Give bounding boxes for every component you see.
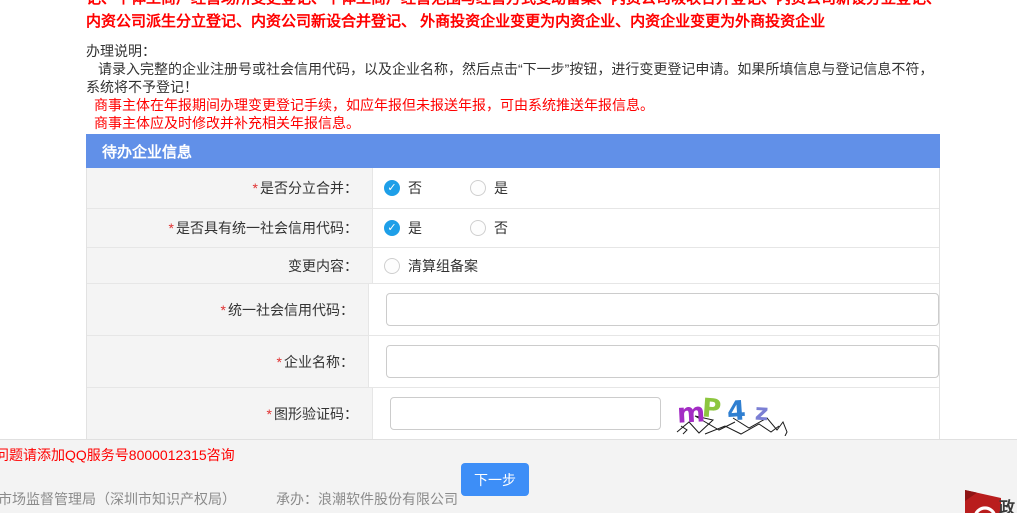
checkbox-liquidation-filing[interactable]: 清算组备案 — [384, 256, 478, 276]
radio-unchecked-icon[interactable] — [470, 180, 486, 196]
checkbox-label: 清算组备案 — [408, 257, 478, 274]
captcha-letter: 4 — [725, 394, 747, 428]
form-row-credit-code: * 统一社会信用代码： — [87, 284, 939, 336]
radio-label: 是 — [408, 220, 422, 236]
gov-badge-char: 政 — [999, 500, 1016, 513]
form-row-split-merge: *是否分立合并： 否 是 — [87, 168, 939, 209]
footer-undertaker-text: 承办：浪潮软件股份有限公司 — [276, 491, 458, 507]
page-footer: 问题请添加QQ服务号8000012315咨询 下一步 市场监督管理局（深圳市知识… — [0, 439, 1017, 513]
required-asterisk: * — [220, 301, 226, 318]
footer-credits: 市场监督管理局（深圳市知识产权局） 承办：浪潮软件股份有限公司 — [0, 489, 458, 509]
radio-checked-icon[interactable] — [384, 220, 400, 236]
checkbox-unchecked-icon[interactable] — [384, 257, 400, 274]
qq-service-notice: 问题请添加QQ服务号8000012315咨询 — [0, 447, 235, 463]
form-row-company-name: * 企业名称： — [87, 336, 939, 388]
form-row-captcha: * 图形验证码： m P 4 z — [87, 388, 939, 439]
captcha-input[interactable] — [390, 397, 661, 430]
company-name-input[interactable] — [386, 345, 939, 378]
pending-company-info-panel: 待办企业信息 *是否分立合并： 否 是 *是否具有统一社会信用代码： — [86, 134, 940, 440]
required-asterisk: * — [252, 180, 258, 196]
radio-checked-icon[interactable] — [384, 180, 400, 196]
radio-split-merge-yes[interactable]: 是 — [470, 178, 508, 198]
page: 记、个体工商户经营场所变更登记、个体工商户经营范围与经营方式变动备案、内资公司吸… — [0, 0, 1017, 513]
captcha-letter: P — [700, 392, 723, 425]
radio-label: 是 — [494, 180, 508, 196]
gov-website-badge[interactable]: 政 — [963, 488, 1017, 513]
instructions-body-line2: 系统将不予登记！ — [86, 79, 198, 95]
panel-title: 待办企业信息 — [86, 134, 940, 168]
form-row-credit-flag: *是否具有统一社会信用代码： 是 否 — [87, 209, 939, 248]
footer-org-text: 市场监督管理局（深圳市知识产权局） — [0, 491, 236, 507]
required-asterisk: * — [168, 220, 174, 236]
top-notice-block: 记、个体工商户经营场所变更登记、个体工商户经营范围与经营方式变动备案、内资公司吸… — [86, 0, 987, 132]
radio-unchecked-icon[interactable] — [470, 220, 486, 236]
form-row-change-content: 变更内容： 清算组备案 — [87, 248, 939, 284]
annual-report-warning-2: 商事主体应及时修改并补充相关年报信息。 — [94, 115, 360, 131]
field-label-credit-code: * 统一社会信用代码： — [87, 284, 369, 335]
field-label-company-name: * 企业名称： — [87, 336, 369, 387]
gov-badge-flag-icon — [965, 490, 1001, 513]
next-step-button[interactable]: 下一步 — [461, 463, 529, 496]
annual-report-warning-1: 商事主体在年报期间办理变更登记手续，如应年报但未报送年报，可由系统推送年报信息。 — [94, 97, 654, 113]
captcha-letter: z — [754, 399, 770, 426]
field-label-captcha: * 图形验证码： — [87, 388, 373, 439]
registration-types-line1: 记、个体工商户经营场所变更登记、个体工商户经营范围与经营方式变动备案、内资公司吸… — [86, 0, 987, 10]
field-label-change-content: 变更内容： — [87, 248, 373, 283]
instructions-title: 办理说明： — [86, 43, 156, 59]
required-asterisk: * — [266, 405, 272, 422]
required-asterisk: * — [276, 353, 282, 370]
registration-types-line2: 内资公司派生分立登记、内资公司新设合并登记、 外商投资企业变更为内资企业、内资企… — [86, 13, 826, 30]
field-label-credit-flag: * 是否具有统一社会信用代码： — [87, 209, 373, 247]
captcha-image[interactable]: m P 4 z — [675, 392, 795, 436]
radio-split-merge-no[interactable]: 否 — [384, 178, 422, 198]
radio-credit-flag-yes[interactable]: 是 — [384, 218, 422, 238]
instructions-body-line1: 请录入完整的企业注册号或社会信用代码，以及企业名称，然后点击“下一步”按钮，进行… — [98, 61, 934, 77]
radio-credit-flag-no[interactable]: 否 — [470, 218, 508, 238]
field-label-split-merge: * 是否分立合并： — [87, 168, 373, 208]
radio-label: 否 — [408, 180, 422, 196]
radio-label: 否 — [494, 220, 508, 236]
credit-code-input[interactable] — [386, 293, 939, 326]
